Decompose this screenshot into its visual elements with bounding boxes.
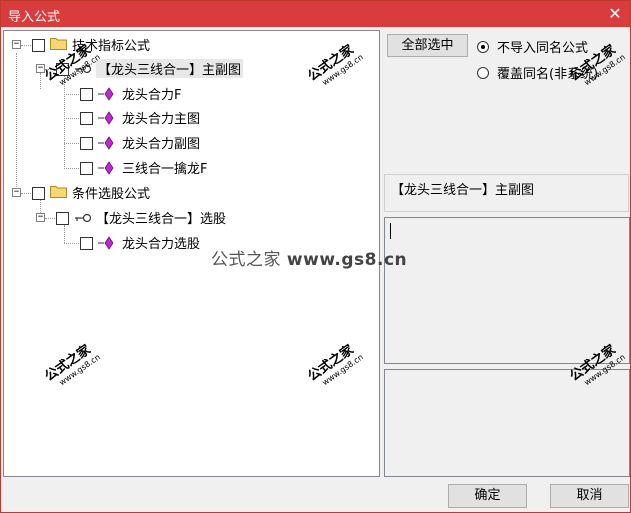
tree-line [64,94,79,95]
checkbox-formula[interactable] [80,88,93,101]
tree-line [16,53,17,193]
window-title: 导入公式 [8,10,61,25]
folder-icon [50,38,67,50]
tree-line [64,225,65,243]
tree-line [45,69,55,70]
tree-line [45,218,55,219]
tree-node-label[interactable]: 技术指标公式 [72,35,150,54]
tree-line [64,143,79,144]
formula-gem-icon [98,236,114,250]
text-caret [390,223,391,239]
radio-label: 覆盖同名(非系统) [497,67,599,82]
checkbox-stock-selection[interactable] [56,212,69,225]
tree-node-label[interactable]: 三线合一擒龙F [122,158,207,177]
import-formula-dialog: 导入公式 ✕ − 技术指标公式 − 【龙头三线合一】主副图 龙头合力F 龙头合力… [0,0,631,513]
close-icon[interactable]: ✕ [604,3,626,25]
key-icon [75,64,92,74]
checkbox-main-sub-chart[interactable] [56,63,69,76]
checkbox-condition-stock[interactable] [32,187,45,200]
tree-node-label[interactable]: 【龙头三线合一】选股 [96,208,226,227]
expander-minus-icon[interactable]: − [36,64,45,73]
cancel-button[interactable]: 取消 [550,484,629,508]
tree-node-label[interactable]: 条件选股公式 [72,183,150,202]
radio-unselected-icon[interactable] [477,66,489,79]
ok-button[interactable]: 确定 [448,484,527,508]
folder-icon [50,186,67,198]
selected-formula-name: 【龙头三线合一】主副图 [384,174,629,212]
checkbox-formula[interactable] [80,137,93,150]
expander-minus-icon[interactable]: − [36,213,45,222]
formula-info-panel [384,369,630,477]
formula-gem-icon [98,136,114,150]
radio-label: 不导入同名公式 [497,41,589,56]
tree-line [40,73,41,89]
formula-gem-icon [98,161,114,175]
radio-selected-icon[interactable] [477,40,489,53]
title-bar: 导入公式 ✕ [1,1,630,27]
expander-minus-icon[interactable]: − [12,40,21,49]
tree-node-label[interactable]: 龙头合力主图 [122,108,200,127]
checkbox-tech-indicators[interactable] [32,39,45,52]
checkbox-formula[interactable] [80,162,93,175]
formula-gem-icon [98,87,114,101]
tree-line [21,45,31,46]
formula-tree[interactable]: − 技术指标公式 − 【龙头三线合一】主副图 龙头合力F 龙头合力主图 龙头合力… [3,30,380,477]
tree-node-label-selected[interactable]: 【龙头三线合一】主副图 [96,59,244,78]
radio-overwrite-duplicates[interactable]: 覆盖同名(非系统) [477,63,598,82]
tree-line [64,75,65,169]
select-all-button[interactable]: 全部选中 [387,34,468,57]
radio-skip-duplicates[interactable]: 不导入同名公式 [477,37,588,56]
tree-line [64,168,79,169]
tree-node-label[interactable]: 龙头合力F [122,84,181,103]
tree-line [21,193,31,194]
tree-node-label[interactable]: 龙头合力选股 [122,233,200,252]
tree-node-label[interactable]: 龙头合力副图 [122,133,200,152]
key-icon [75,213,92,223]
tree-line [64,243,79,244]
tree-line [64,118,79,119]
checkbox-formula[interactable] [80,112,93,125]
checkbox-formula[interactable] [80,237,93,250]
expander-minus-icon[interactable]: − [12,188,21,197]
formula-gem-icon [98,111,114,125]
formula-description-textarea[interactable] [384,217,630,364]
